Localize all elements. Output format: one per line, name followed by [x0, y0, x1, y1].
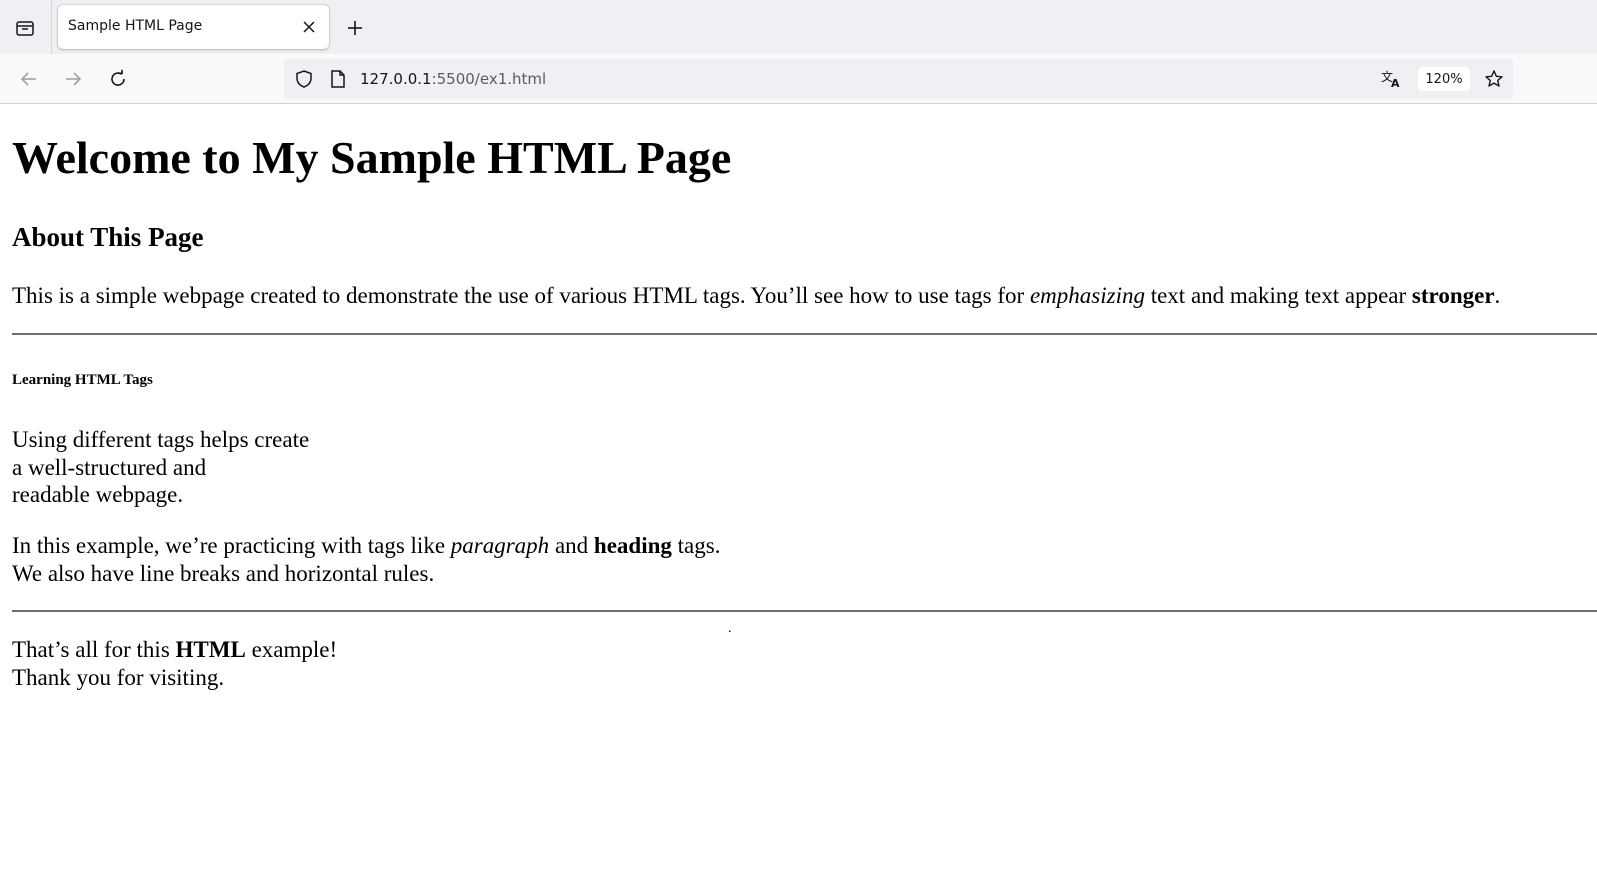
intro-text-3: .	[1494, 283, 1501, 308]
practice-text-3: tags.	[671, 533, 721, 558]
horizontal-rule	[12, 333, 1597, 335]
close-icon[interactable]	[299, 17, 319, 37]
intro-strong: stronger	[1411, 283, 1495, 308]
star-icon[interactable]	[1482, 67, 1506, 91]
closing-strong: HTML	[175, 637, 246, 662]
url-text[interactable]: 127.0.0.1:5500/ex1.html	[360, 70, 546, 88]
practice-text-1: In this example, we’re practicing with t…	[12, 533, 451, 558]
intro-text-2: text and making text appear	[1144, 283, 1412, 308]
intro-emphasis: emphasizing	[1029, 283, 1145, 308]
practice-emphasis: paragraph	[450, 533, 550, 558]
tab-list-icon[interactable]	[12, 15, 38, 41]
stray-mark: .	[728, 621, 732, 636]
intro-paragraph: This is a simple webpage created to demo…	[12, 282, 1500, 310]
shield-icon[interactable]	[292, 67, 316, 91]
page-heading: Welcome to My Sample HTML Page	[12, 132, 732, 183]
practice-line-2: We also have line breaks and horizontal …	[12, 560, 435, 586]
url-bar[interactable]: 127.0.0.1:5500/ex1.html 文 A 120%	[284, 59, 1513, 99]
tab-title: Sample HTML Page	[68, 18, 203, 34]
plus-icon[interactable]	[342, 15, 368, 41]
closing-text-2: example!	[245, 637, 338, 662]
translate-icon[interactable]: 文 A	[1379, 67, 1405, 91]
practice-strong: heading	[593, 533, 672, 558]
reload-icon[interactable]	[105, 66, 131, 92]
zoom-level-badge[interactable]: 120%	[1418, 67, 1470, 91]
closing-text-1: That’s all for this	[12, 637, 176, 662]
page-content: Welcome to My Sample HTML Page About Thi…	[0, 105, 1597, 889]
structure-line: Using different tags helps create	[12, 427, 310, 452]
structure-line: readable webpage.	[12, 482, 184, 508]
url-host: 127.0.0.1	[360, 70, 432, 88]
tab-divider	[51, 0, 52, 54]
page-icon[interactable]	[326, 67, 350, 91]
browser-nav-bar: 127.0.0.1:5500/ex1.html 文 A 120%	[0, 54, 1597, 104]
closing-paragraph: That’s all for this HTML example! Thank y…	[12, 636, 337, 691]
practice-paragraph: In this example, we’re practicing with t…	[12, 532, 720, 587]
structure-paragraph: Using different tags helps create a well-…	[12, 426, 309, 509]
practice-text-2: and	[549, 533, 594, 558]
closing-line-2: Thank you for visiting.	[12, 664, 225, 690]
structure-line: a well-structured and	[12, 454, 207, 480]
horizontal-rule	[12, 610, 1597, 612]
svg-text:A: A	[1391, 77, 1400, 89]
intro-text-1: This is a simple webpage created to demo…	[12, 283, 1030, 308]
url-path: :5500/ex1.html	[431, 70, 547, 88]
browser-tab-bar: Sample HTML Page	[0, 0, 1597, 54]
section-heading-learning: Learning HTML Tags	[12, 372, 153, 388]
section-heading-about: About This Page	[12, 222, 204, 252]
arrow-right-icon[interactable]	[60, 66, 86, 92]
tab-active[interactable]: Sample HTML Page	[58, 5, 329, 49]
arrow-left-icon[interactable]	[16, 66, 42, 92]
